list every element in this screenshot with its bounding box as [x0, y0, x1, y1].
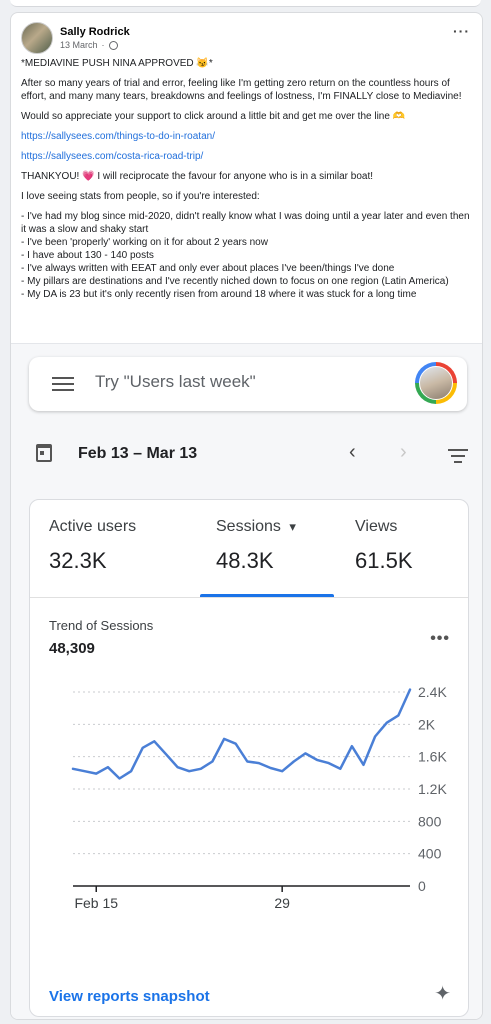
metric-value: 61.5K: [355, 548, 413, 573]
stats-item: - I've had my blog since mid-2020, didn'…: [21, 211, 470, 235]
sessions-trend-chart: 0 400 800 1.2K 1.6K 2K 2.4K Feb 15 29: [71, 684, 447, 910]
sessions-series-line: [71, 688, 412, 780]
chevron-right-icon: ›: [400, 441, 407, 463]
card-divider: [30, 597, 468, 598]
metric-label: Sessions ▾: [216, 518, 296, 536]
chart-options-icon[interactable]: •••: [430, 630, 450, 648]
y-tick-label: 1.6K: [418, 749, 447, 765]
x-tick-label: Feb 15: [74, 895, 118, 910]
previous-post-edge: [10, 0, 481, 7]
facebook-post: Sally Rodrick 13 March · ··· *MEDIAVINE …: [10, 12, 483, 1020]
post-headline: *MEDIAVINE PUSH NINA APPROVED 😼*: [21, 58, 213, 69]
metric-value: 32.3K: [49, 548, 107, 573]
stats-item: - I have about 130 - 140 posts: [21, 250, 154, 261]
metrics-card: Active users 32.3K Sessions ▾ 48.3K View…: [29, 499, 469, 1017]
stats-item: - My pillars are destinations and I've r…: [21, 276, 449, 287]
view-reports-snapshot-link[interactable]: View reports snapshot: [49, 988, 210, 1005]
post-subline: 13 March ·: [60, 39, 130, 51]
y-tick-label: 400: [418, 846, 442, 862]
metric-label: Views: [355, 518, 398, 535]
menu-icon[interactable]: [52, 377, 74, 392]
metric-label-text: Sessions: [216, 518, 281, 535]
author-avatar[interactable]: [21, 22, 53, 54]
post-paragraph: After so many years of trial and error, …: [21, 78, 462, 102]
stats-item: - My DA is 23 but it's only recently ris…: [21, 289, 417, 300]
dropdown-arrow-icon[interactable]: ▾: [289, 519, 296, 534]
y-tick-label: 2K: [418, 716, 436, 732]
metric-value: 48.3K: [216, 548, 274, 573]
y-tick-label: 800: [418, 813, 442, 829]
author-name[interactable]: Sally Rodrick: [60, 25, 130, 39]
post-stats-intro: I love seeing stats from people, so if y…: [21, 191, 260, 202]
x-tick-label: 29: [274, 895, 290, 910]
filter-icon[interactable]: [448, 449, 468, 467]
y-tick-label: 1.2K: [418, 781, 447, 797]
globe-icon: [108, 40, 118, 50]
post-meta: Sally Rodrick 13 March ·: [60, 25, 130, 51]
chevron-left-icon[interactable]: ‹: [349, 441, 356, 464]
post-date[interactable]: 13 March: [60, 39, 98, 51]
account-photo: [419, 366, 453, 400]
post-options-icon[interactable]: ···: [453, 23, 470, 39]
search-placeholder[interactable]: Try "Users last week": [95, 372, 256, 392]
date-range[interactable]: Feb 13 – Mar 13: [78, 445, 197, 463]
metric-views[interactable]: Views 61.5K: [355, 518, 413, 574]
post-body: *MEDIAVINE PUSH NINA APPROVED 😼* After s…: [21, 57, 471, 301]
account-avatar[interactable]: [415, 362, 457, 404]
metric-label: Active users: [49, 518, 137, 535]
analytics-search-bar[interactable]: Try "Users last week": [29, 357, 467, 411]
stats-item: - I've been 'properly' working on it for…: [21, 237, 268, 248]
post-thanks: THANKYOU! 💗 I will reciprocate the favou…: [21, 171, 374, 182]
y-tick-label: 0: [418, 878, 426, 894]
y-tick-label: 2.4K: [418, 684, 447, 700]
date-range-row: Feb 13 – Mar 13 ‹ ›: [11, 437, 482, 477]
stats-item: - I've always written with EEAT and only…: [21, 263, 395, 274]
post-link-roatan[interactable]: https://sallysees.com/things-to-do-in-ro…: [21, 131, 215, 142]
trend-value: 48,309: [49, 640, 95, 657]
post-link-costa-rica[interactable]: https://sallysees.com/costa-rica-road-tr…: [21, 151, 203, 162]
metric-active-users[interactable]: Active users 32.3K: [49, 518, 136, 574]
metric-sessions[interactable]: Sessions ▾ 48.3K: [216, 518, 296, 574]
calendar-icon[interactable]: [36, 444, 52, 462]
separator-dot: ·: [101, 40, 105, 50]
trend-title: Trend of Sessions: [49, 618, 154, 633]
post-paragraph: Would so appreciate your support to clic…: [21, 111, 406, 122]
analytics-screenshot[interactable]: Try "Users last week" Feb 13 – Mar 13 ‹ …: [11, 343, 482, 1019]
post-header: Sally Rodrick 13 March ·: [21, 22, 130, 54]
sparkle-icon[interactable]: ✦: [434, 981, 451, 1006]
post-stats-list: - I've had my blog since mid-2020, didn'…: [21, 210, 471, 301]
